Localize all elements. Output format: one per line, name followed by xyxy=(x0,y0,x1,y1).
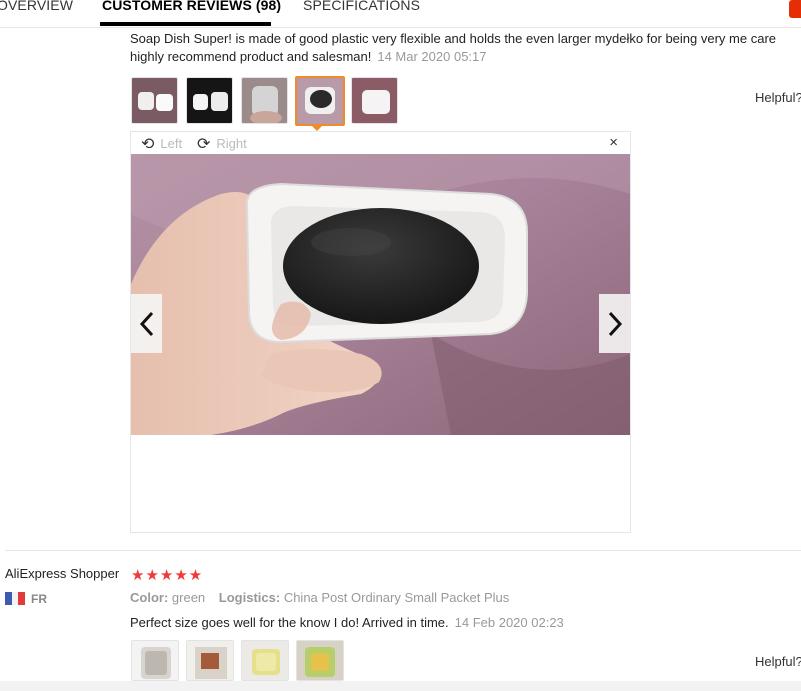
reviewer-name: AliExpress Shopper xyxy=(5,566,120,581)
review-attributes: Color: green Logistics: China Post Ordin… xyxy=(130,590,509,605)
product-tab-bar: OVERVIEW CUSTOMER REVIEWS (98) SPECIFICA… xyxy=(0,0,801,28)
star-rating: ★★★★★ xyxy=(131,567,204,584)
rotate-right-button[interactable]: ⟳ Right xyxy=(197,134,247,154)
review-photo-thumb[interactable] xyxy=(186,640,234,681)
tab-overview[interactable]: OVERVIEW xyxy=(0,0,73,13)
review-photo-thumb[interactable] xyxy=(241,640,289,681)
review-date: 14 Feb 2020 02:23 xyxy=(454,615,564,630)
color-value: green xyxy=(171,590,206,605)
photo-viewer: ⟲ Left ⟳ Right × xyxy=(130,131,631,533)
review-photo-thumb-active[interactable] xyxy=(295,76,345,126)
viewer-toolbar: ⟲ Left ⟳ Right × xyxy=(131,132,630,154)
tab-specifications[interactable]: SPECIFICATIONS xyxy=(303,0,420,13)
chevron-right-icon xyxy=(608,311,622,336)
review-text: Soap Dish Super! is made of good plastic… xyxy=(130,30,801,66)
logistics-label: Logistics: xyxy=(218,590,281,605)
rotate-left-button[interactable]: ⟲ Left xyxy=(141,134,182,154)
reviewer-country: FR xyxy=(31,592,47,606)
next-photo-button[interactable] xyxy=(599,294,630,353)
logistics-value: China Post Ordinary Small Packet Plus xyxy=(283,590,510,605)
previous-photo-button[interactable] xyxy=(131,294,162,353)
review-text: Perfect size goes well for the know I do… xyxy=(130,614,564,632)
page-footer-edge xyxy=(0,681,801,691)
review-photo-thumb[interactable] xyxy=(131,77,178,124)
color-label: Color: xyxy=(130,590,169,605)
review-text-body: Perfect size goes well for the know I do… xyxy=(130,615,449,630)
review-photo-thumb[interactable] xyxy=(186,77,233,124)
review-photo-thumb[interactable] xyxy=(351,77,398,124)
review-photo-thumb[interactable] xyxy=(296,640,344,681)
rotate-right-label: Right xyxy=(216,136,247,151)
france-flag-icon xyxy=(5,592,26,605)
close-icon[interactable]: × xyxy=(609,134,618,151)
active-tab-indicator xyxy=(100,22,271,26)
review-divider xyxy=(5,550,801,551)
review-date: 14 Mar 2020 05:17 xyxy=(377,49,487,64)
review-photo-large xyxy=(131,154,630,435)
cart-button-edge[interactable] xyxy=(789,0,801,18)
review-text-line2: highly recommend product and salesman! xyxy=(130,49,372,64)
helpful-button[interactable]: Helpful? xyxy=(755,654,801,669)
helpful-button[interactable]: Helpful? xyxy=(755,90,801,105)
review-text-line1: Soap Dish Super! is made of good plastic… xyxy=(130,31,777,46)
rotate-left-label: Left xyxy=(160,136,183,151)
chevron-left-icon xyxy=(139,311,153,336)
tab-customer-reviews[interactable]: CUSTOMER REVIEWS (98) xyxy=(102,0,281,13)
rotate-right-icon: ⟳ xyxy=(197,136,211,153)
review-photo-thumb[interactable] xyxy=(131,640,179,681)
rotate-left-icon: ⟲ xyxy=(141,136,155,153)
review-photo-thumb[interactable] xyxy=(241,77,288,124)
